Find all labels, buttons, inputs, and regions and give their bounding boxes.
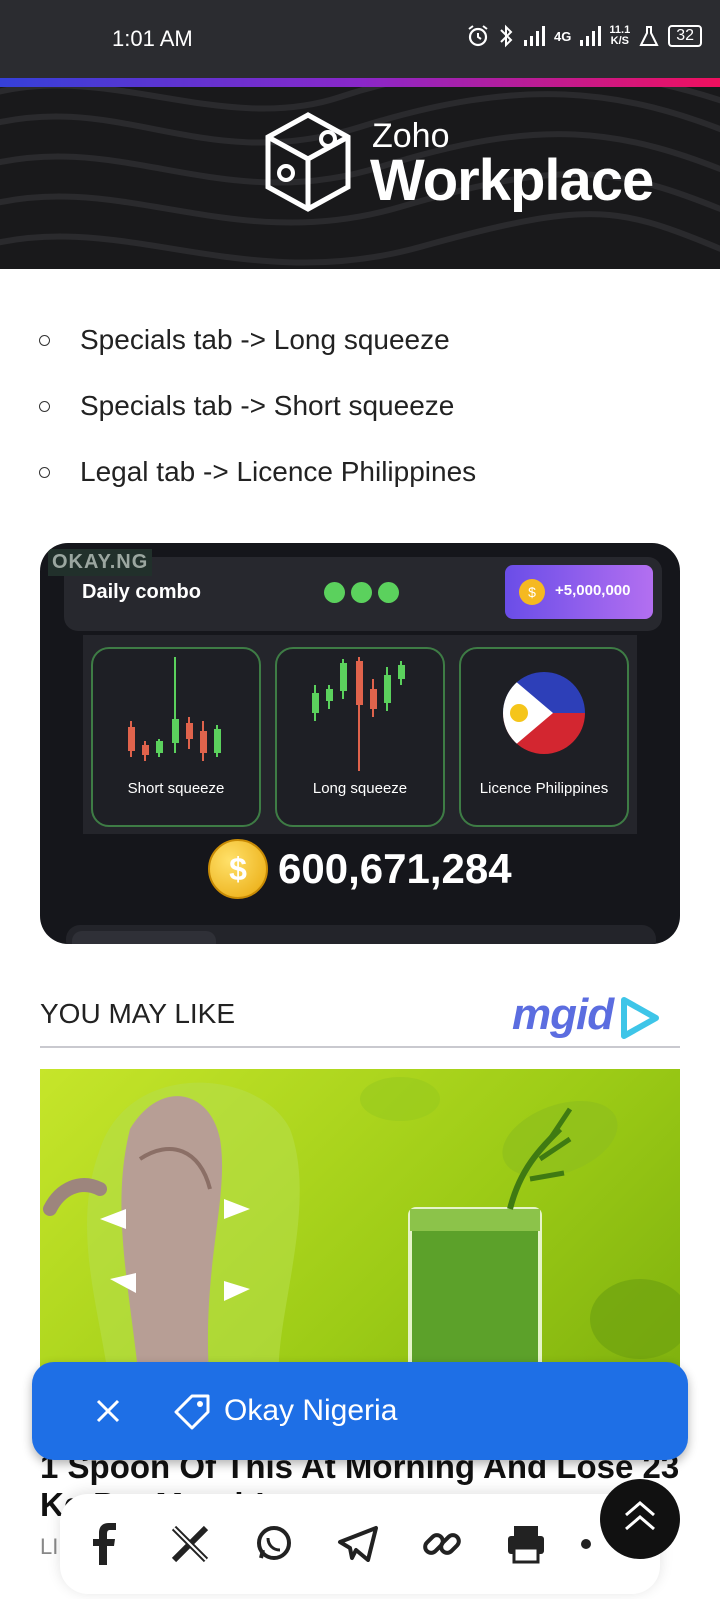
combo-cards: Short squeeze Long squeeze Licence Phili… <box>83 635 637 834</box>
steps-list: Specials tab -> Long squeeze Specials ta… <box>0 305 720 503</box>
card-label: Short squeeze <box>127 780 225 797</box>
toast-label: Okay Nigeria <box>224 1394 398 1427</box>
divider <box>40 1046 680 1048</box>
site-toast[interactable]: Okay Nigeria <box>32 1362 688 1460</box>
whatsapp-icon[interactable] <box>248 1518 300 1570</box>
ad-illustration <box>43 1077 680 1379</box>
share-bar <box>60 1494 660 1594</box>
bullet-icon <box>39 401 50 412</box>
combo-card-licence-philippines: Licence Philippines <box>459 647 629 827</box>
status-icons: 4G 11.1 K/S 32 <box>466 24 702 48</box>
signal-icon-2 <box>580 26 602 46</box>
coin-balance: $ 600,671,284 <box>208 839 512 899</box>
mgid-play-icon[interactable] <box>620 996 660 1040</box>
status-time: 1:01 AM <box>112 26 193 51</box>
daily-combo-image: OKAY.NG Daily combo $ +5,000,000 Short s… <box>40 543 680 944</box>
combo-title: Daily combo <box>82 581 201 603</box>
print-icon[interactable] <box>500 1518 552 1570</box>
net-speed: 11.1 K/S <box>609 24 631 47</box>
facebook-icon[interactable] <box>80 1518 132 1570</box>
page-progress-bar <box>0 78 720 87</box>
flask-icon <box>639 26 659 46</box>
battery-indicator: 32 <box>668 25 702 47</box>
signal-icon <box>524 26 546 46</box>
balance-value: 600,671,284 <box>278 845 512 892</box>
combo-card-long-squeeze: Long squeeze <box>275 647 445 827</box>
tag-icon <box>174 1394 210 1430</box>
card-label: Long squeeze <box>312 780 408 797</box>
zoho-banner-ad[interactable]: Zoho Workplace <box>0 87 720 269</box>
workplace-logo-icon <box>265 112 351 212</box>
reward-amount: +5,000,000 <box>555 582 631 599</box>
bullet-icon <box>39 467 50 478</box>
card-label: Licence Philippines <box>479 780 609 797</box>
link-icon[interactable] <box>416 1518 468 1570</box>
list-item: Specials tab -> Long squeeze <box>0 305 720 371</box>
section-heading: YOU MAY LIKE <box>40 998 236 1029</box>
status-bar: 1:01 AM 4G 11.1 K/S 32 <box>0 0 720 78</box>
reward-badge: $ +5,000,000 <box>505 565 653 619</box>
candlestick-chart-icon <box>128 657 221 761</box>
combo-progress-dots <box>324 582 399 603</box>
x-icon[interactable] <box>164 1518 216 1570</box>
combo-card-short-squeeze: Short squeeze <box>91 647 261 827</box>
more-icon[interactable] <box>580 1518 592 1570</box>
coin-icon: $ <box>208 839 268 899</box>
mgid-logo[interactable]: mgid <box>512 990 614 1040</box>
network-type: 4G <box>554 28 572 44</box>
watermark: OKAY.NG <box>48 549 153 576</box>
combo-bottom-tab <box>66 925 656 944</box>
banner-brand-big: Workplace <box>370 148 654 213</box>
list-item: Specials tab -> Short squeeze <box>0 371 720 437</box>
coin-icon: $ <box>519 579 545 605</box>
ad-image[interactable] <box>40 1069 680 1379</box>
telegram-icon[interactable] <box>332 1518 384 1570</box>
close-icon[interactable] <box>92 1395 124 1427</box>
philippines-flag-icon <box>503 672 585 754</box>
chevron-up-icon <box>625 1501 655 1531</box>
alarm-icon <box>468 25 488 47</box>
candlestick-chart-icon <box>312 657 405 771</box>
bluetooth-icon <box>500 24 513 48</box>
scroll-to-top-button[interactable] <box>600 1479 680 1559</box>
bullet-icon <box>39 335 50 346</box>
list-item: Legal tab -> Licence Philippines <box>0 437 720 503</box>
